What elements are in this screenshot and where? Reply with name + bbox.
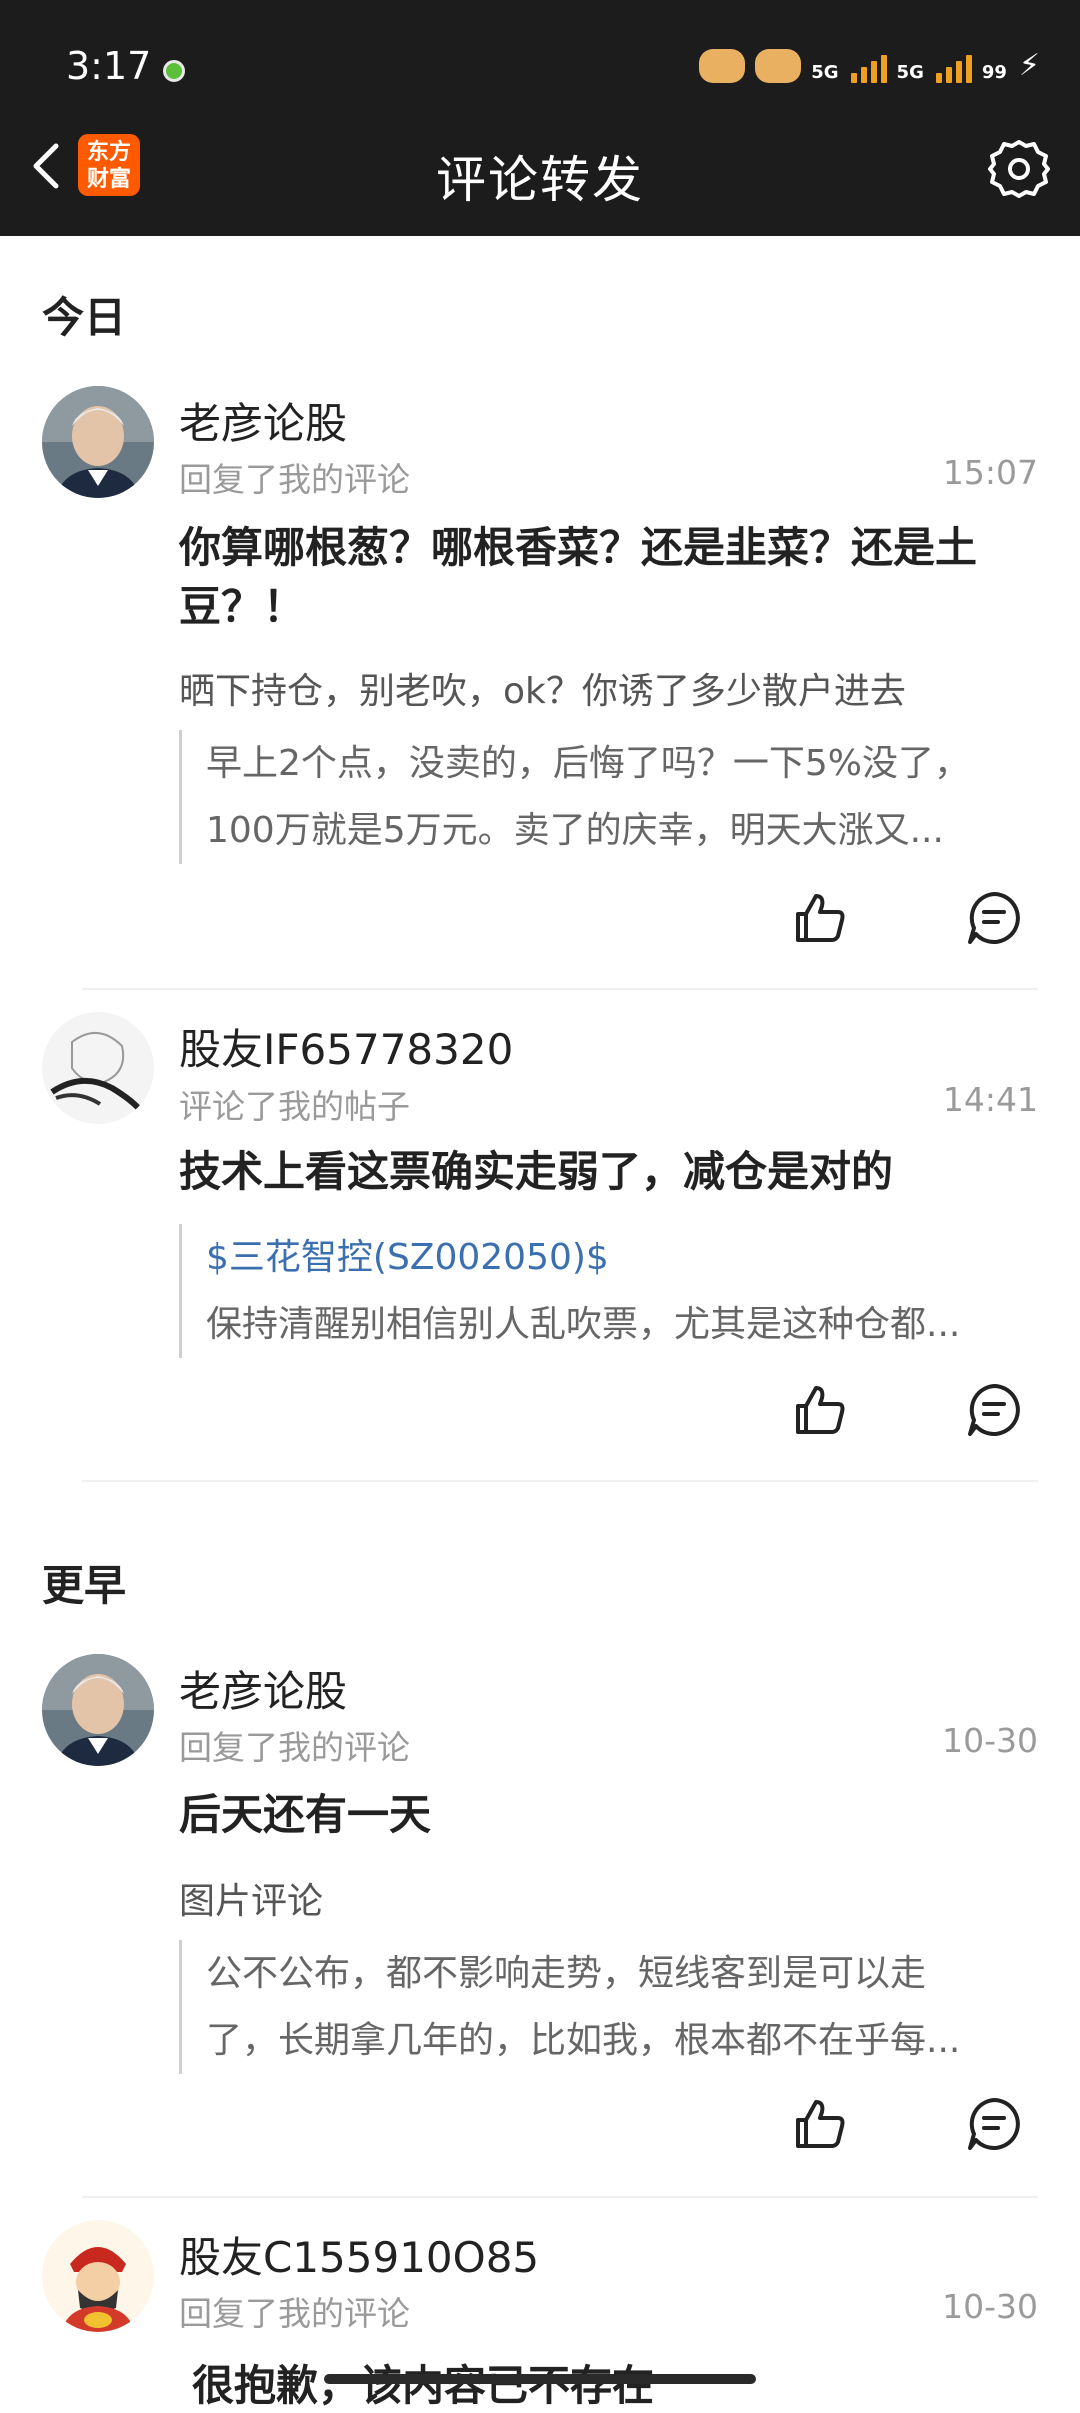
nav-bar: 东方财富 评论转发 [0, 96, 1080, 236]
quote-line: 100万就是5万元。卖了的庆幸，明天大涨又... [206, 810, 944, 851]
user-name[interactable]: 股友C155910O85 [179, 2224, 539, 2285]
signal-icon [850, 55, 887, 83]
action-text: 回复了我的评论 [179, 2294, 410, 2333]
avatar[interactable] [42, 386, 154, 498]
network-type-label-2: 5G [896, 62, 924, 83]
quote-line: 早上2个点，没卖的，后悔了吗？一下5%没了， [206, 743, 971, 784]
divider [82, 2196, 1038, 2198]
original-comment: 图片评论 [179, 1881, 324, 1922]
divider [82, 988, 1038, 990]
comment-icon[interactable] [964, 2094, 1024, 2154]
comment-icon[interactable] [964, 1380, 1024, 1440]
quote-line: 了，长期拿几年的，比如我，根本都不在乎每... [206, 2020, 961, 2061]
timestamp: 10-30 [942, 1721, 1038, 1760]
quote-line: 公不公布，都不影响走势，短线客到是可以走 [206, 1953, 927, 1994]
quoted-content[interactable]: $三花智控(SZ002050)$ 保持清醒别相信别人乱吹票，尤其是这种仓都... [179, 1224, 1039, 1358]
action-text: 评论了我的帖子 [179, 1087, 410, 1126]
user-name[interactable]: 老彦论股 [179, 1658, 347, 1719]
avatar[interactable] [42, 1654, 154, 1766]
status-time: 3:17 [66, 44, 152, 88]
like-icon[interactable] [790, 2094, 850, 2154]
comment-text[interactable]: 技术上看这票确实走弱了，减仓是对的 [179, 1142, 1039, 1201]
avatar[interactable] [42, 1012, 154, 1124]
divider [82, 1480, 1038, 1482]
timestamp: 14:41 [942, 1080, 1038, 1119]
battery-level: 99 [981, 62, 1007, 83]
avatar[interactable] [42, 2220, 154, 2332]
app-notification-icon [699, 49, 746, 83]
quoted-content[interactable]: 早上2个点，没卖的，后悔了吗？一下5%没了， 100万就是5万元。卖了的庆幸，明… [179, 730, 1039, 864]
network-type-label: 5G [811, 62, 839, 83]
timestamp: 10-30 [942, 2287, 1038, 2326]
signal-icon-2 [935, 55, 972, 83]
original-comment: 晒下持仓，别老吹，ok？你诱了多少散户进去 [179, 671, 906, 712]
like-icon[interactable] [790, 888, 850, 948]
home-indicator[interactable] [324, 2374, 756, 2384]
timestamp: 15:07 [942, 453, 1038, 492]
user-name[interactable]: 老彦论股 [179, 390, 347, 451]
comment-text[interactable]: 后天还有一天 [179, 1785, 1039, 1844]
gear-icon[interactable] [986, 136, 1052, 202]
section-title-earlier: 更早 [42, 1561, 127, 1610]
user-name[interactable]: 股友IF65778320 [179, 1016, 513, 1077]
action-text: 回复了我的评论 [179, 460, 410, 499]
quoted-content[interactable]: 公不公布，都不影响走势，短线客到是可以走 了，长期拿几年的，比如我，根本都不在乎… [179, 1940, 1039, 2074]
quote-line: 保持清醒别相信别人乱吹票，尤其是这种仓都... [206, 1304, 961, 1345]
comment-icon[interactable] [964, 888, 1024, 948]
status-icons: 5G 5G 99 ⚡ [699, 48, 1040, 83]
notification-dot-icon [163, 60, 185, 82]
stock-link[interactable]: $三花智控(SZ002050)$ [206, 1224, 1039, 1291]
page-title: 评论转发 [436, 151, 644, 209]
action-text: 回复了我的评论 [179, 1728, 410, 1767]
section-title-today: 今日 [42, 293, 127, 342]
like-icon[interactable] [790, 1380, 850, 1440]
comment-text[interactable]: 你算哪根葱？哪根香菜？还是韭菜？还是土豆？！ [179, 518, 1039, 636]
charging-icon: ⚡ [1018, 48, 1040, 83]
app-notification-icon [755, 49, 802, 83]
